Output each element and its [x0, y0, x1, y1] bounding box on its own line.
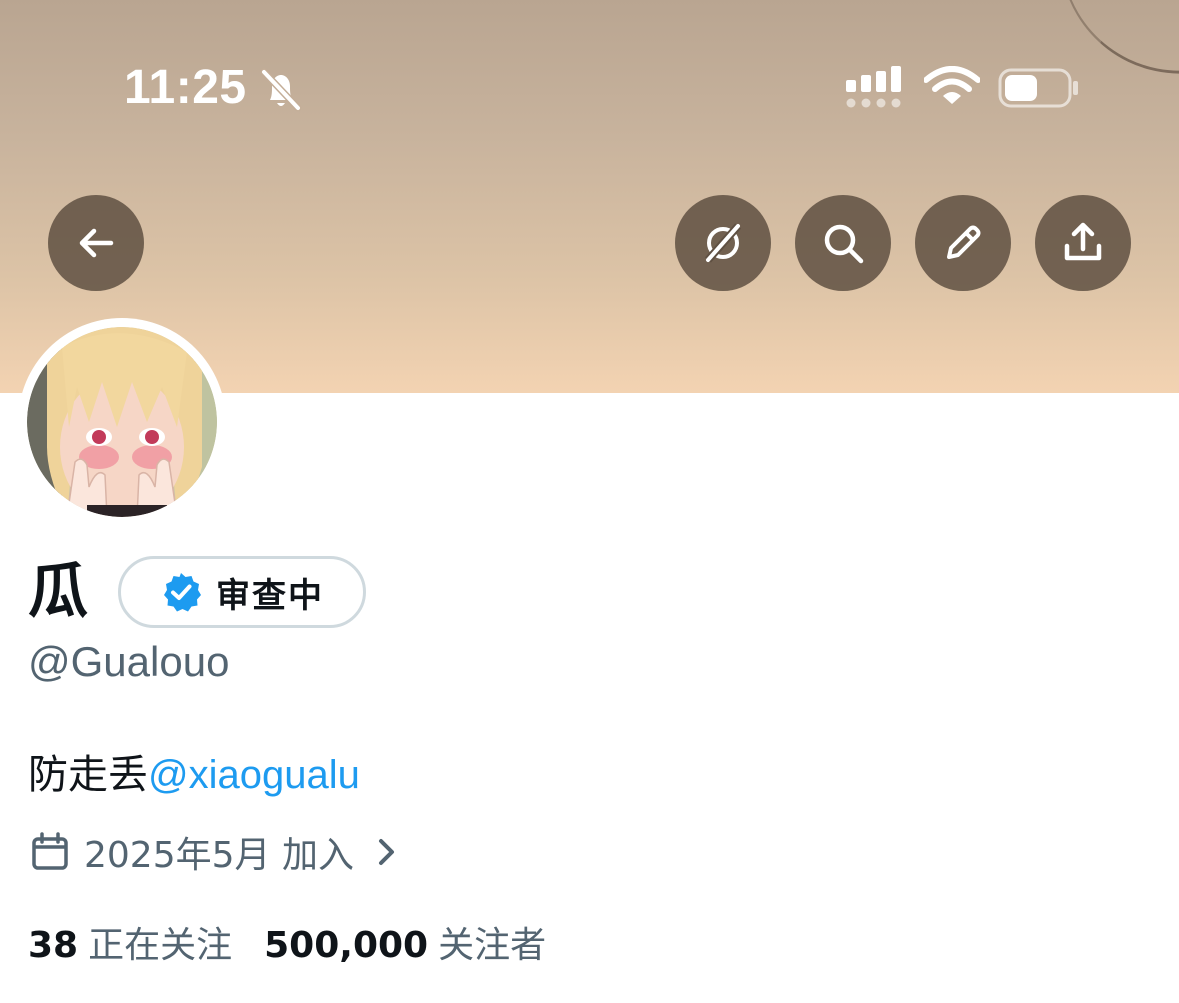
search-button[interactable]: [795, 195, 891, 291]
bio-text: 防走丢: [28, 753, 148, 797]
verification-label: 审查中: [216, 575, 324, 616]
battery-icon: [998, 68, 1078, 108]
pencil-icon: [947, 225, 981, 259]
grok-icon: [705, 223, 741, 263]
edit-button[interactable]: [915, 195, 1011, 291]
chevron-right-icon: [378, 839, 394, 865]
user-handle: @Gualouo: [28, 638, 230, 685]
display-name: 瓜: [28, 557, 88, 627]
calendar-icon: [32, 832, 68, 870]
arrow-left-icon: [79, 228, 114, 258]
followers-count: 500,000: [264, 925, 429, 966]
profile-bio: 防走丢@xiaogualu: [28, 742, 360, 800]
verification-status-badge[interactable]: 审查中: [118, 556, 366, 628]
follow-stats: 38 正在关注 500,000 关注者: [28, 916, 546, 968]
joined-date-row[interactable]: 2025年5月 加入: [30, 826, 400, 878]
search-icon: [824, 224, 864, 264]
following-count: 38: [28, 925, 79, 966]
share-icon: [1064, 222, 1102, 261]
wifi-icon: [924, 66, 980, 104]
following-label: 正在关注: [88, 925, 233, 966]
grok-button[interactable]: [675, 195, 771, 291]
share-button[interactable]: [1035, 195, 1131, 291]
following-link[interactable]: 38 正在关注: [28, 916, 232, 968]
verified-badge-icon: [164, 573, 201, 612]
avatar-image: [27, 327, 217, 517]
joined-date-text: 2025年5月 加入: [84, 835, 354, 876]
bio-mention-link[interactable]: @xiaogualu: [148, 753, 360, 797]
cellular-signal-icon: [846, 66, 901, 108]
status-time: 11:25: [124, 61, 247, 114]
back-button[interactable]: [48, 195, 144, 291]
followers-label: 关注者: [438, 925, 547, 966]
avatar[interactable]: [18, 318, 226, 526]
followers-link[interactable]: 500,000 关注者: [264, 916, 546, 968]
bell-off-icon: [260, 68, 302, 112]
profile-page: 11:25 瓜 审查中 @Gualouo 防走丢@xiaogualu 2025年…: [0, 0, 1179, 1003]
